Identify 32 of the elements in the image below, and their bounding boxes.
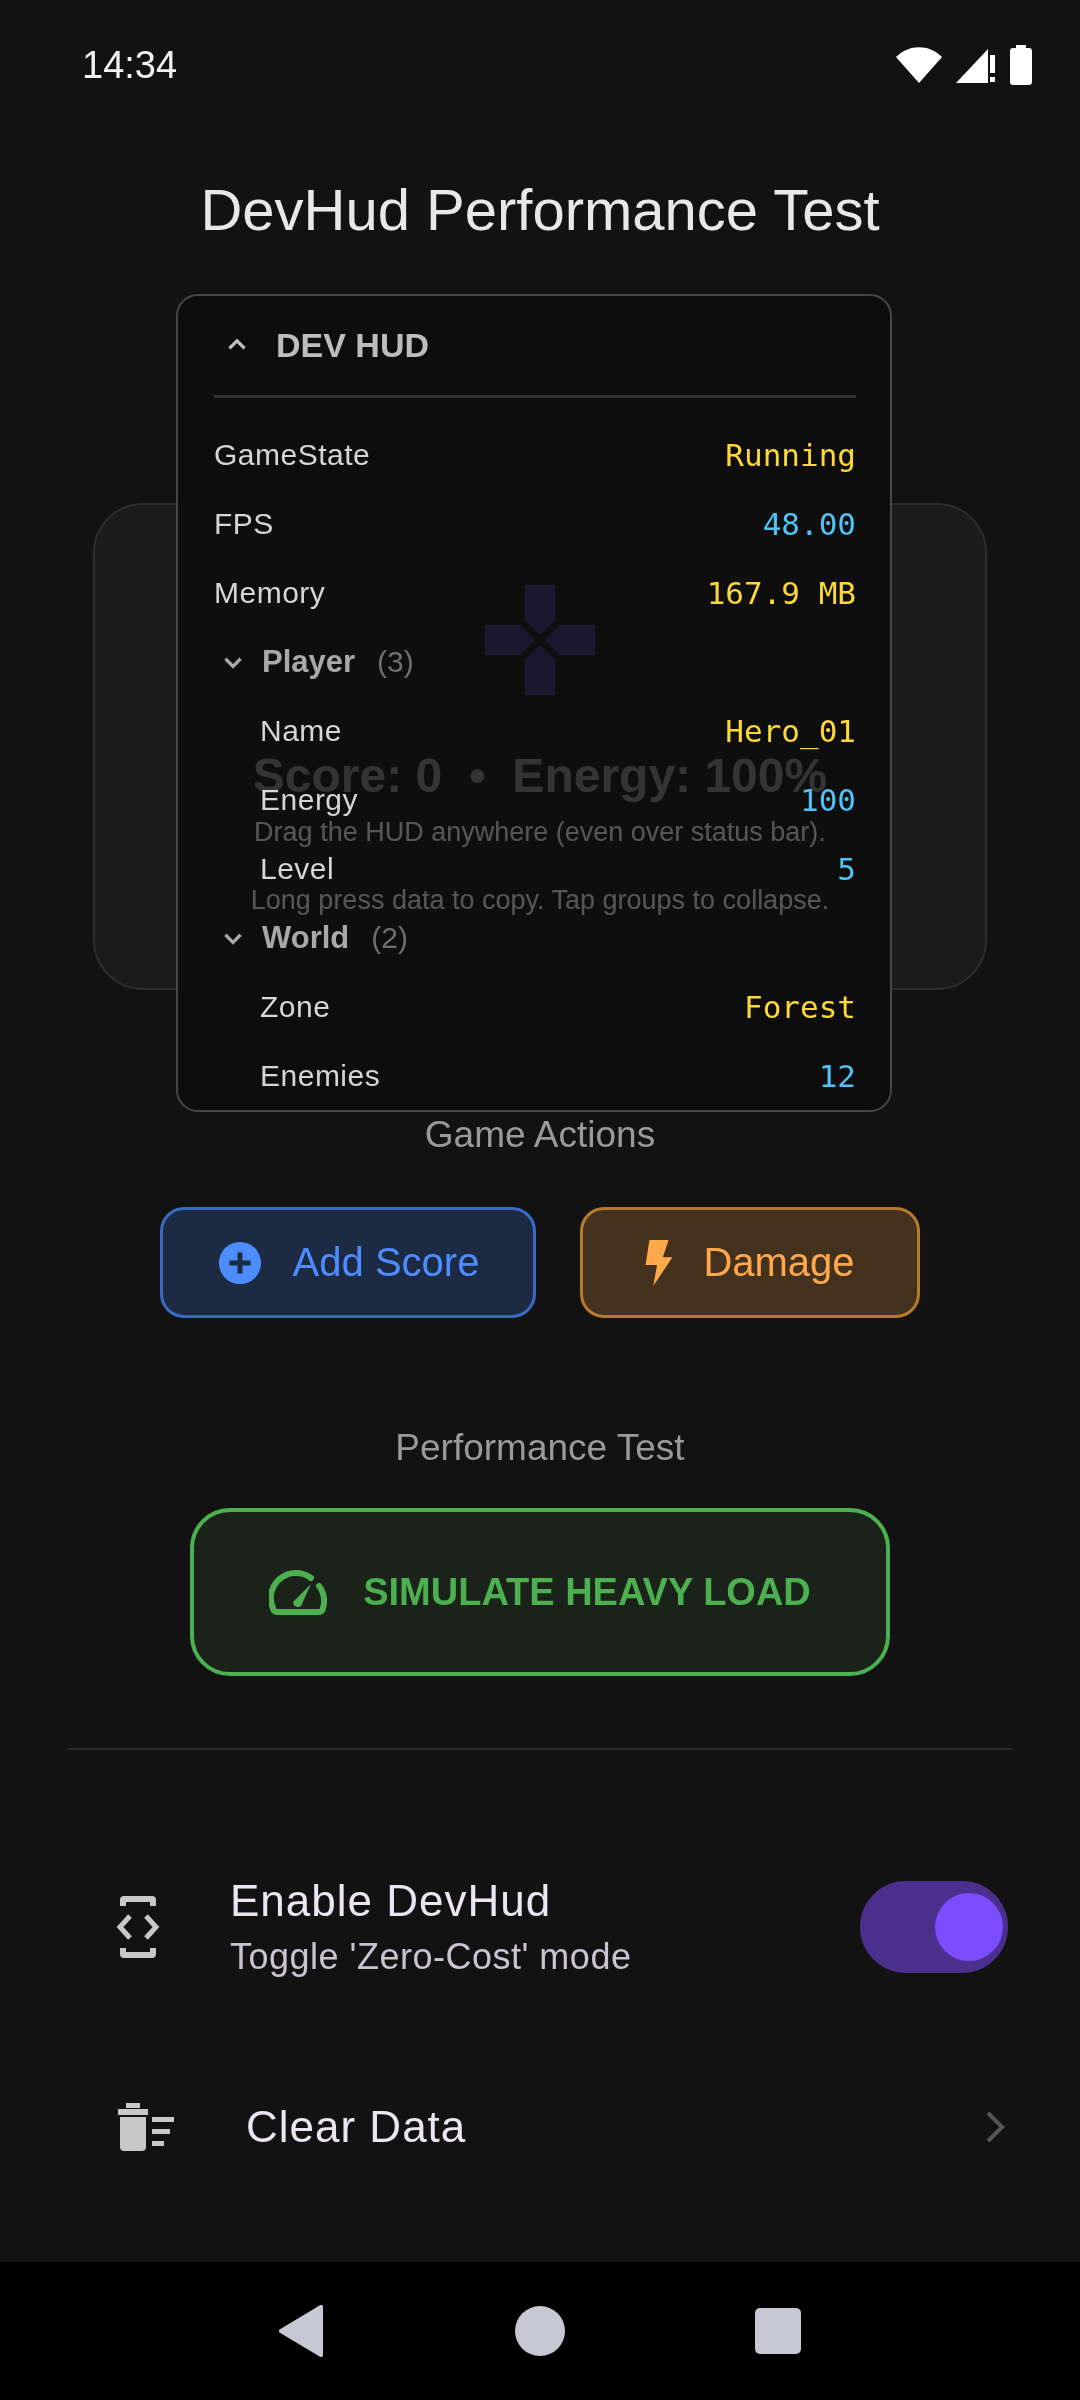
section-heading: Performance Test xyxy=(394,1426,686,1470)
hud-label: Energy xyxy=(260,782,359,817)
clear-data-item[interactable]: Clear Data xyxy=(0,2062,1080,2192)
hud-group[interactable]: World (2) xyxy=(214,917,856,958)
page-title: DevHud Performance Test xyxy=(199,176,881,244)
hud-label: Enemies xyxy=(260,1058,381,1093)
hud-value[interactable]: Running xyxy=(725,436,856,473)
hud-title: DEV HUD xyxy=(276,326,430,365)
damage-button[interactable]: Damage xyxy=(580,1207,920,1318)
hud-value[interactable]: 48.00 xyxy=(762,505,856,542)
hint-text: Long press data to copy. Tap groups to collapse. xyxy=(250,885,830,915)
hud-label: GameState xyxy=(214,437,371,472)
setting-subtitle: Toggle 'Zero-Cost' mode xyxy=(230,1936,633,1978)
hint-text: Drag the HUD anywhere (even over status bar). xyxy=(254,817,826,847)
hud-label: Level xyxy=(260,851,335,886)
setting-title: Enable DevHud xyxy=(230,1876,553,1926)
hud-label: Zone xyxy=(260,989,331,1024)
hud-value[interactable]: Hero_01 xyxy=(725,712,856,749)
hud-label: Memory xyxy=(214,575,326,610)
setting-title: Clear Data xyxy=(246,2102,468,2152)
hud-label: Name xyxy=(260,713,343,748)
hud-group[interactable]: Player (3) xyxy=(214,641,856,682)
hud-label: FPS xyxy=(214,506,274,541)
hud-value[interactable]: Forest xyxy=(744,988,856,1025)
simulate-load-button[interactable]: SIMULATE HEAVY LOAD xyxy=(190,1508,890,1676)
add-score-button[interactable]: Add Score xyxy=(160,1207,536,1318)
section-heading: Game Actions xyxy=(423,1113,657,1157)
status-time: 14:34 xyxy=(82,43,178,87)
hud-value[interactable]: 12 xyxy=(818,1057,856,1094)
hud-value[interactable]: 5 xyxy=(837,850,856,887)
toggle-setting[interactable]: Enable DevHud Toggle 'Zero-Cost' mode xyxy=(0,1842,1080,2012)
hud-value[interactable]: 167.9 MB xyxy=(706,574,856,611)
